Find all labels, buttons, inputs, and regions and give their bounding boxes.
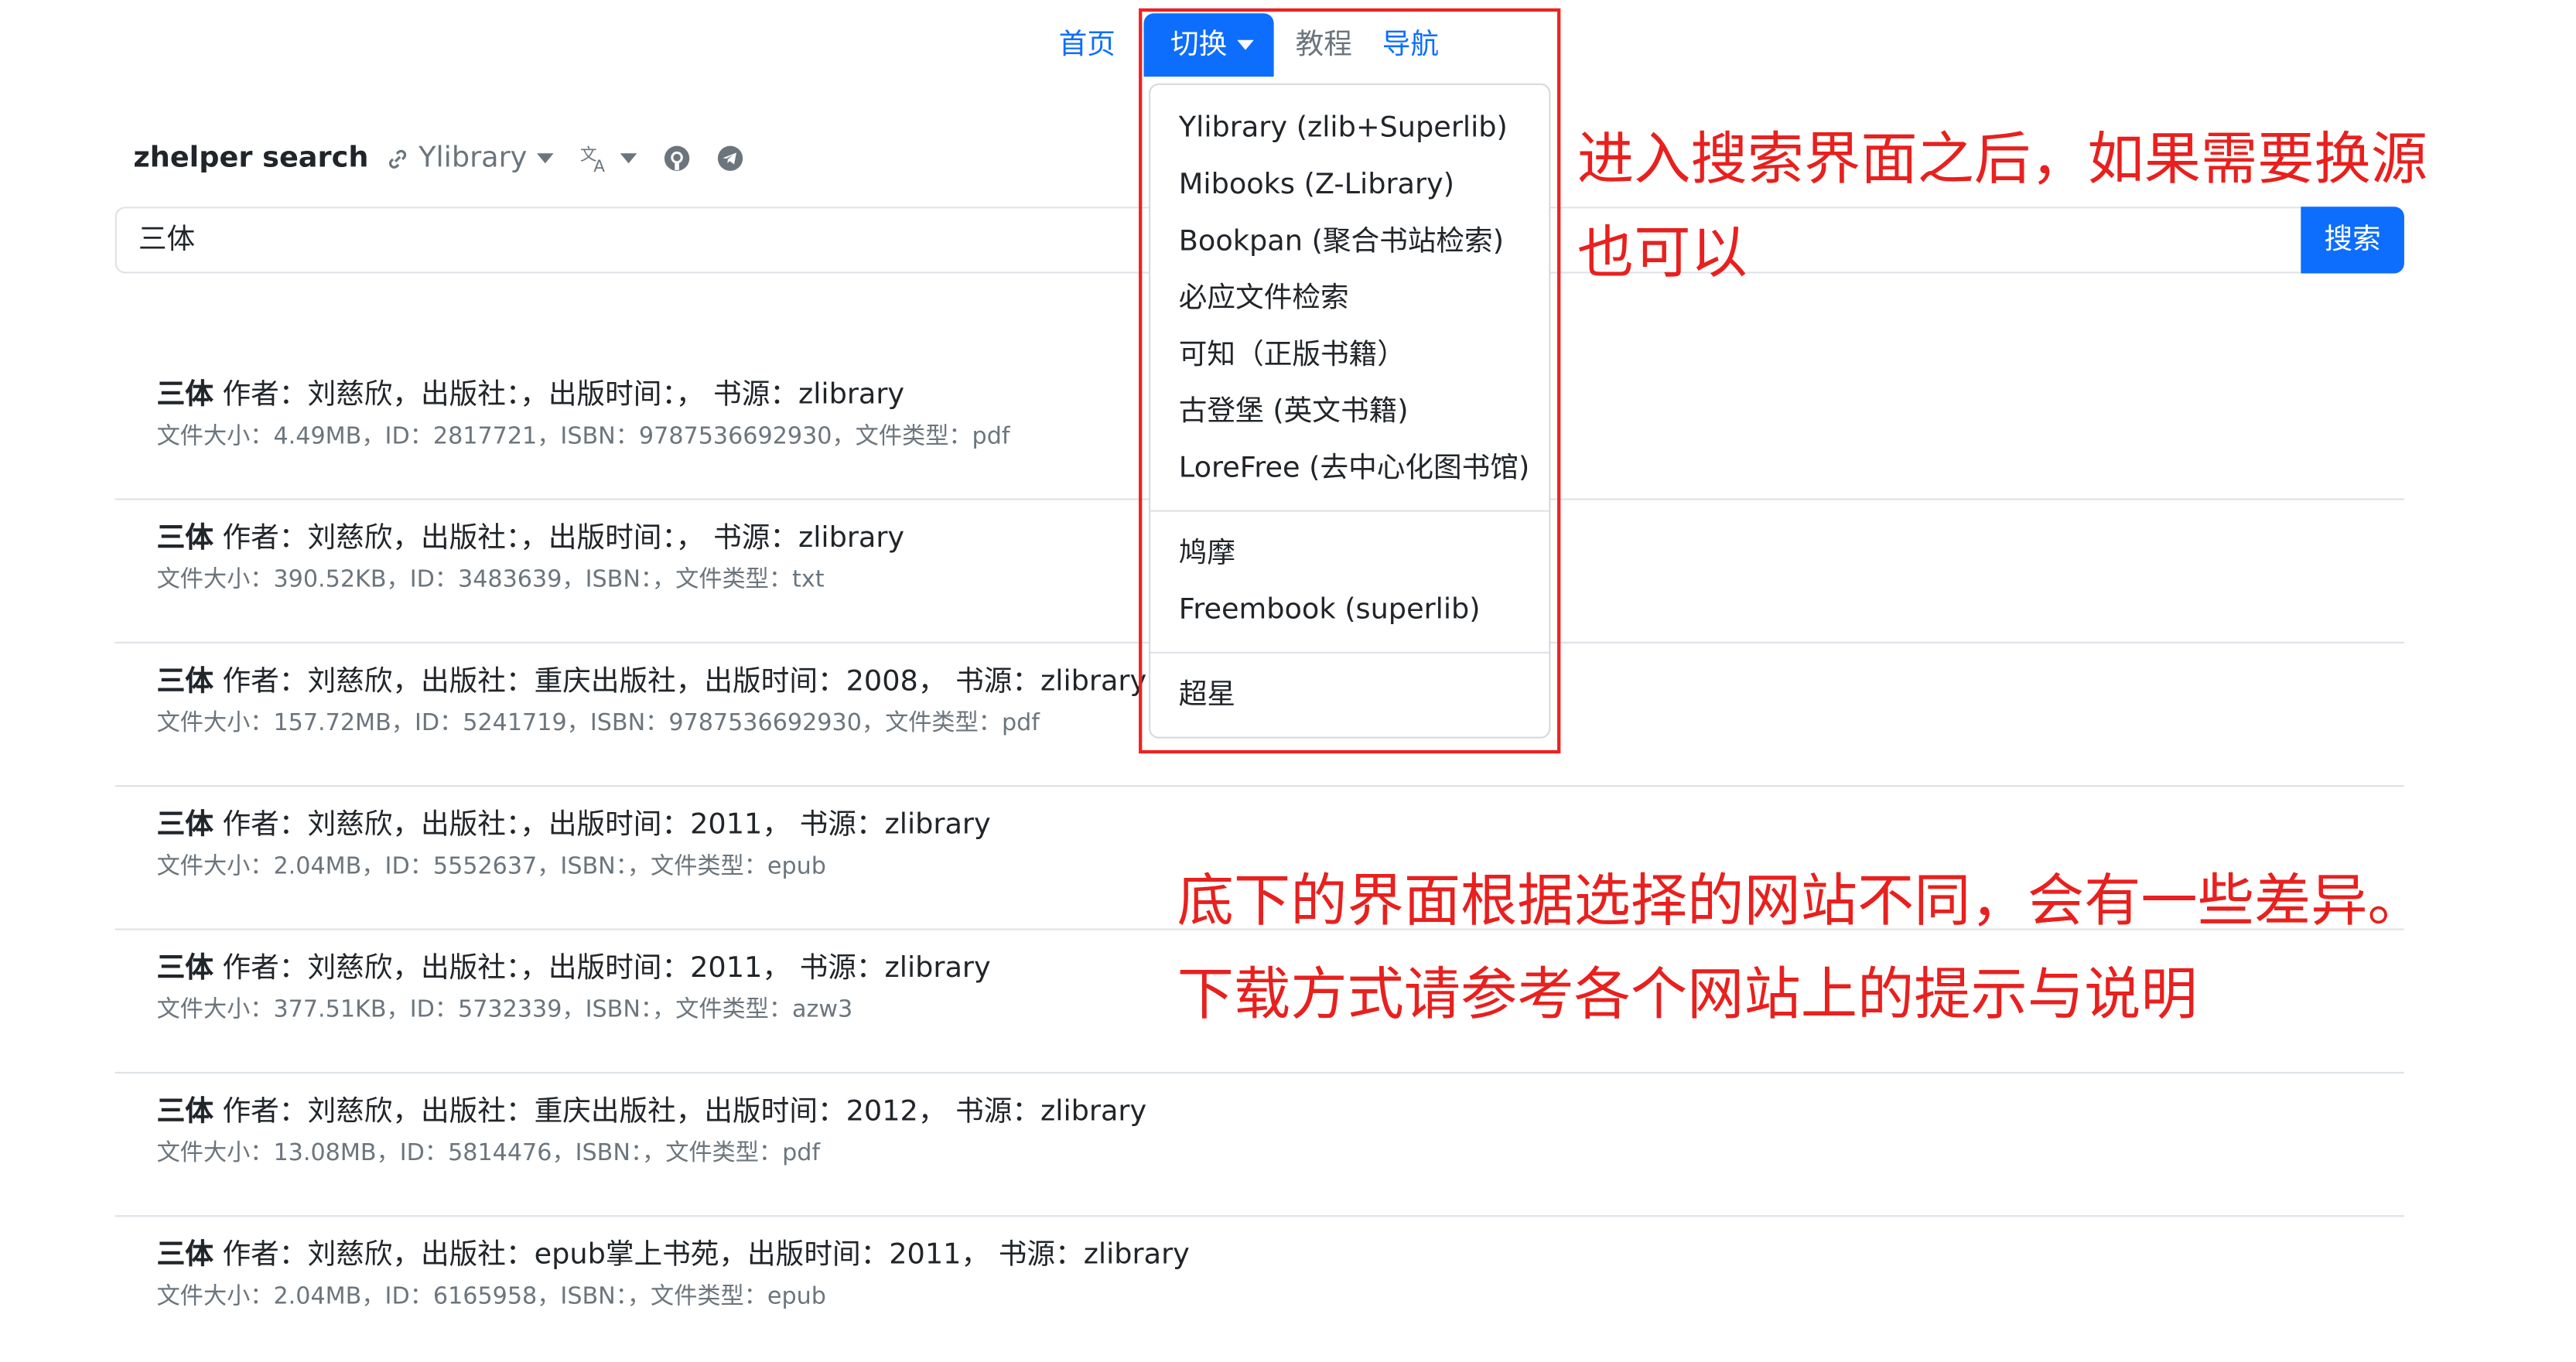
search-button[interactable]: 搜索 bbox=[2301, 207, 2404, 274]
result-title[interactable]: 三体 bbox=[157, 665, 214, 698]
telegram-icon bbox=[718, 145, 743, 171]
result-heading: 三体 作者：刘慈欣，出版社：epub掌上书苑，出版时间：2011， 书源：zli… bbox=[157, 1237, 2404, 1273]
annotation-bottom-line1: 底下的界面根据选择的网站不同，会有一些差异。 bbox=[1177, 868, 2424, 936]
highlight-box bbox=[1139, 8, 1561, 754]
result-meta: 作者：刘慈欣，出版社：，出版时间：， 书源：zlibrary bbox=[213, 378, 905, 412]
result-meta: 作者：刘慈欣，出版社：epub掌上书苑，出版时间：2011， 书源：zlibra… bbox=[213, 1238, 1190, 1272]
link-icon bbox=[389, 148, 407, 168]
result-meta: 作者：刘慈欣，出版社：重庆出版社，出版时间：2008， 书源：zlibrary bbox=[213, 664, 1147, 699]
annotation-top-line1: 进入搜索界面之后，如果需要换源 bbox=[1577, 126, 2428, 194]
language-selector[interactable]: 文 A bbox=[580, 143, 637, 173]
result-title[interactable]: 三体 bbox=[157, 952, 214, 985]
svg-text:A: A bbox=[594, 157, 606, 173]
result-meta: 作者：刘慈欣，出版社：，出版时间：2011， 书源：zlibrary bbox=[213, 808, 991, 842]
result-title[interactable]: 三体 bbox=[157, 1095, 214, 1128]
result-heading: 三体 作者：刘慈欣，出版社：，出版时间：2011， 书源：zlibrary bbox=[157, 807, 2404, 843]
result-meta: 作者：刘慈欣，出版社：，出版时间：2011， 书源：zlibrary bbox=[213, 951, 991, 985]
result-title[interactable]: 三体 bbox=[157, 1238, 214, 1272]
page: 首页 切换 教程 导航 zhelper search Ylibrary 文 A bbox=[0, 0, 2576, 1362]
caret-down-icon bbox=[620, 153, 637, 164]
result-title[interactable]: 三体 bbox=[157, 378, 214, 411]
source-selector-label: Ylibrary bbox=[419, 142, 528, 176]
result-heading: 三体 作者：刘慈欣，出版社：重庆出版社，出版时间：2012， 书源：zlibra… bbox=[157, 1094, 2404, 1130]
brand-row: zhelper search Ylibrary 文 A bbox=[133, 133, 770, 183]
annotation-top-line2: 也可以 bbox=[1577, 220, 1748, 287]
result-detail: 文件大小：13.08MB，ID：5814476，ISBN：，文件类型：pdf bbox=[156, 1140, 821, 1167]
result-title[interactable]: 三体 bbox=[157, 522, 214, 555]
annotation-bottom-line2: 下载方式请参考各个网站上的提示与说明 bbox=[1177, 961, 2198, 1029]
telegram-link[interactable] bbox=[717, 145, 743, 172]
result-item[interactable]: 三体 作者：刘慈欣，出版社：重庆出版社，出版时间：2012， 书源：zlibra… bbox=[114, 1074, 2404, 1217]
result-item[interactable]: 三体 作者：刘慈欣，出版社：epub掌上书苑，出版时间：2011， 书源：zli… bbox=[115, 1217, 2404, 1360]
result-meta: 作者：刘慈欣，出版社：，出版时间：， 书源：zlibrary bbox=[213, 521, 905, 555]
nav-home[interactable]: 首页 bbox=[1044, 13, 1130, 77]
brand-title[interactable]: zhelper search bbox=[133, 142, 368, 175]
result-detail: 文件大小：2.04MB，ID：6165958，ISBN：，文件类型：epub bbox=[156, 1283, 826, 1311]
caret-down-icon bbox=[537, 153, 554, 164]
source-selector[interactable]: Ylibrary bbox=[385, 142, 554, 175]
result-meta: 作者：刘慈欣，出版社：重庆出版社，出版时间：2012， 书源：zlibrary bbox=[213, 1095, 1147, 1129]
github-link[interactable] bbox=[664, 145, 690, 172]
translate-icon: 文 A bbox=[580, 145, 606, 173]
github-icon bbox=[664, 145, 690, 171]
result-title[interactable]: 三体 bbox=[157, 808, 214, 841]
